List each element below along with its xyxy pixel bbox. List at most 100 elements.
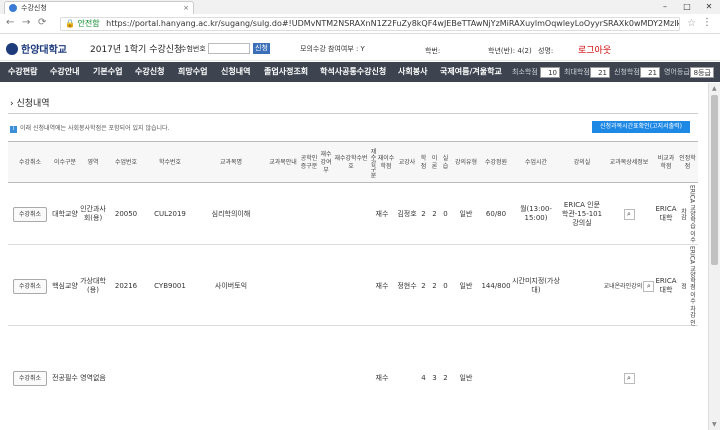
maximize-icon[interactable]: □ — [676, 0, 698, 14]
detail-cell: 교내온라인강의 ⌕ — [603, 246, 655, 326]
applied-credit-value: 21 — [640, 67, 660, 78]
th-category: 이수구분 — [53, 159, 77, 166]
nav-registration[interactable]: 수강신청 — [135, 62, 164, 82]
max-credit-label: 최대학점 — [564, 68, 590, 76]
extra-credit-cell: ERICA대학 — [655, 205, 677, 222]
window-titlebar: 수강신청 × – □ ✕ — [0, 0, 720, 14]
th-cancel: 수강취소 — [18, 159, 42, 166]
max-credit-value: 21 — [590, 67, 610, 78]
retake-cell: 재수 — [375, 374, 389, 382]
timetable-check-button[interactable]: 신청과목시간표확인(고지서출력) — [592, 121, 690, 133]
class-no-cell: 20216 — [114, 281, 138, 290]
lecture-type-cell: 일반 — [459, 209, 473, 218]
capacity-cell: 60/80 — [485, 209, 507, 218]
th-class-time: 수업시간 — [524, 159, 548, 166]
th-area: 영역 — [87, 159, 99, 166]
vertical-scrollbar[interactable]: ▲ ▼ — [708, 83, 720, 430]
page-title: › 신청내역 — [10, 99, 50, 109]
english-level-label: 영어등급 — [664, 68, 690, 76]
scroll-down-icon[interactable]: ▼ — [712, 421, 717, 428]
lecture-type-cell: 일반 — [459, 281, 473, 290]
th-course-no: 학수번호 — [158, 159, 182, 166]
th-capacity: 수강정원 — [484, 159, 508, 166]
search-icon[interactable]: ⌕ — [643, 280, 655, 292]
info-icon: i — [10, 126, 17, 133]
nav-guide[interactable]: 수강안내 — [50, 62, 79, 82]
th-instructor: 교강사 — [398, 159, 416, 166]
main-navbar: 수강편람 수강안내 기본수업 수강신청 희망수업 신청내역 졸업사정조회 학석사… — [0, 62, 720, 82]
english-level-value: 8등급 — [690, 67, 714, 78]
th-retake: 재수강여부 — [320, 151, 332, 174]
lock-icon: 🔒 — [65, 19, 75, 28]
reload-icon[interactable]: ⟳ — [38, 17, 46, 28]
site-header: 한양대학교 2017년 1학기 수강신청 수험번호 신청 모의수강 참여여부 :… — [0, 35, 720, 61]
back-icon[interactable]: ← — [6, 17, 14, 28]
theory-cell: 3 — [432, 374, 437, 382]
cancel-cell: 수강취소 — [8, 183, 52, 245]
scroll-thumb[interactable] — [711, 95, 718, 265]
instructor-cell[interactable]: 김정호 — [396, 183, 418, 245]
nav-basic-class[interactable]: 기본수업 — [93, 62, 122, 82]
minimize-icon[interactable]: – — [654, 0, 676, 14]
nav-intl-school[interactable]: 국제여름/겨울학교 — [440, 62, 502, 82]
instructor-cell[interactable]: 정현수 — [396, 246, 418, 326]
nav-history[interactable]: 신청내역 — [221, 62, 250, 82]
course-no-cell: CUL2019 — [154, 209, 186, 218]
logout-link[interactable]: 로그아웃 — [578, 43, 611, 56]
favicon-icon — [9, 4, 17, 12]
practice-cell: 0 — [443, 281, 448, 290]
detail-cell: ⌕ — [603, 183, 655, 245]
nav-wish-class[interactable]: 희망수업 — [178, 62, 207, 82]
search-icon[interactable]: ⌕ — [623, 373, 635, 384]
th-credit: 학점 — [420, 155, 427, 170]
browser-tab[interactable]: 수강신청 × — [4, 1, 194, 14]
browser-menu-icon[interactable]: ⋮ — [702, 17, 712, 28]
th-room: 강의실 — [573, 159, 591, 166]
nav-joint-registration[interactable]: 학석사공통수강신청 — [320, 62, 386, 82]
class-no-cell: 20050 — [114, 209, 138, 218]
nav-graduation-check[interactable]: 졸업사정조회 — [264, 62, 308, 82]
th-retake-course-no: 재수강학수번호 — [334, 155, 368, 170]
area-cell: 영역없음 — [80, 374, 106, 382]
table-row: 수강취소 전공필수 영역없음 재수 4 3 2 일반 ⌕ — [8, 327, 698, 430]
nav-course-catalog[interactable]: 수강편람 — [8, 62, 37, 82]
th-course-name: 교과목명 — [219, 159, 243, 166]
tab-title: 수강신청 — [21, 4, 47, 12]
detail-cell: ⌕ — [603, 327, 655, 430]
scroll-up-icon[interactable]: ▲ — [712, 85, 717, 92]
class-time-cell: 시간미지정(가상대) — [512, 277, 560, 294]
credit-cell: 2 — [421, 281, 426, 290]
search-icon[interactable]: ⌕ — [623, 208, 635, 220]
class-time-cell: 월(13:00-15:00) — [520, 205, 552, 222]
student-submit-button[interactable]: 신청 — [253, 43, 270, 54]
retake-cell: 재수 — [375, 281, 389, 290]
practice-cell: 0 — [443, 209, 448, 218]
cancel-cell: 수강취소 — [8, 327, 52, 430]
th-retake-type: 재수강구분 — [369, 148, 376, 178]
th-class-no: 수업번호 — [114, 159, 138, 166]
course-name-cell: 사이버토익 — [214, 281, 248, 290]
approved-credit-cell: ERICA 교양학점 이수 차감 인정 — [679, 246, 696, 326]
student-id-label: 학번: — [425, 47, 441, 55]
tab-close-icon[interactable]: × — [183, 2, 189, 14]
theory-cell: 2 — [432, 281, 437, 290]
url-field[interactable]: 🔒 안전함 https://portal.hanyang.ac.kr/sugan… — [60, 17, 680, 31]
forward-icon[interactable]: → — [22, 17, 30, 28]
room-cell: ERICA 인문 학관-15-101 강의실 — [561, 200, 603, 227]
area-cell: 인간과사회(용) — [80, 205, 106, 222]
course-name-cell: 심리학의이해 — [211, 209, 251, 218]
cancel-button[interactable]: 수강취소 — [12, 371, 48, 386]
credit-cell: 4 — [421, 374, 426, 382]
name-label: 성명: — [538, 47, 554, 55]
close-window-icon[interactable]: ✕ — [698, 0, 720, 14]
bookmark-star-icon[interactable]: ☆ — [687, 18, 696, 29]
consent-label: 모의수강 참여여부 : Y — [300, 45, 365, 53]
th-practice: 실습 — [442, 155, 449, 170]
cancel-button[interactable]: 수강취소 — [12, 206, 48, 222]
cancel-button[interactable]: 수강취소 — [12, 278, 48, 294]
nav-volunteer[interactable]: 사회봉사 — [398, 62, 427, 82]
lecture-type-cell: 일반 — [459, 374, 473, 382]
university-logo[interactable]: 한양대학교 — [6, 41, 67, 56]
student-no-input[interactable] — [208, 43, 250, 54]
th-lecture-type: 강의유형 — [454, 159, 478, 166]
